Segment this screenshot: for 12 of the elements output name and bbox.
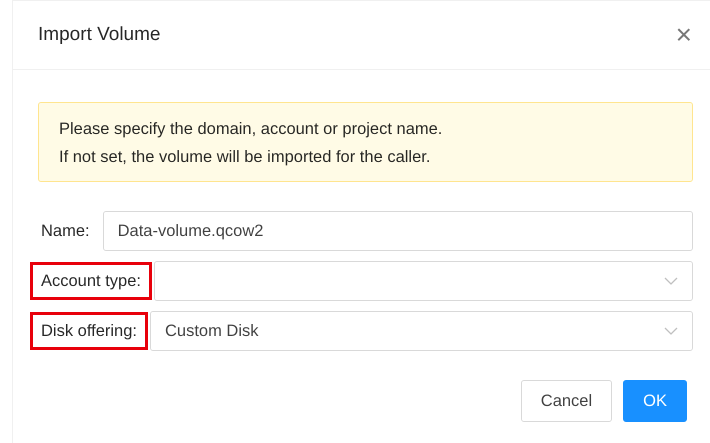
warning-alert: Please specify the domain, account or project name. If not set, the volume will be imported for the caller. <box>38 102 693 182</box>
field-label: Name: <box>40 220 91 242</box>
name-input-field[interactable]: Data-volume.qcow2 <box>102 211 693 251</box>
field-label: Account type: <box>30 262 152 300</box>
dropdown-field[interactable]: Custom Disk <box>150 311 693 351</box>
dropdown-field[interactable] <box>154 261 693 301</box>
chevron-down-icon <box>664 327 678 335</box>
cancel-button[interactable]: Cancel <box>520 380 612 422</box>
chevron-down-icon <box>664 277 678 285</box>
close-button[interactable]: × <box>672 21 696 49</box>
dialog-title: Import Volume <box>38 22 160 47</box>
field-label: Disk offering: <box>30 312 148 350</box>
